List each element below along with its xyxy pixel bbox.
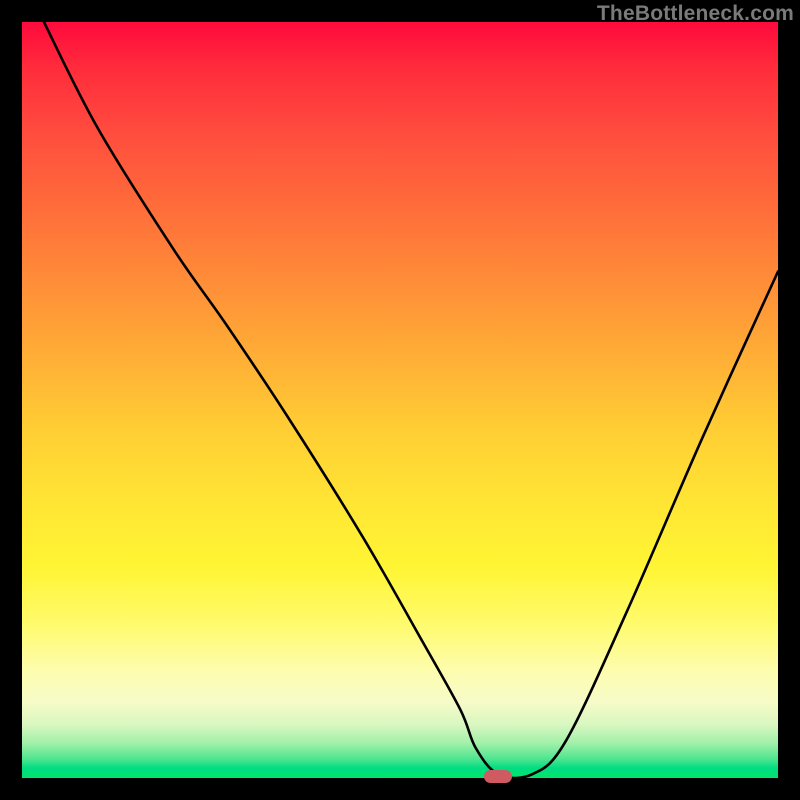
bottleneck-curve <box>22 22 778 778</box>
chart-frame: TheBottleneck.com <box>0 0 800 800</box>
plot-area <box>22 22 778 778</box>
watermark-text: TheBottleneck.com <box>597 2 794 26</box>
minimum-marker <box>484 770 512 783</box>
